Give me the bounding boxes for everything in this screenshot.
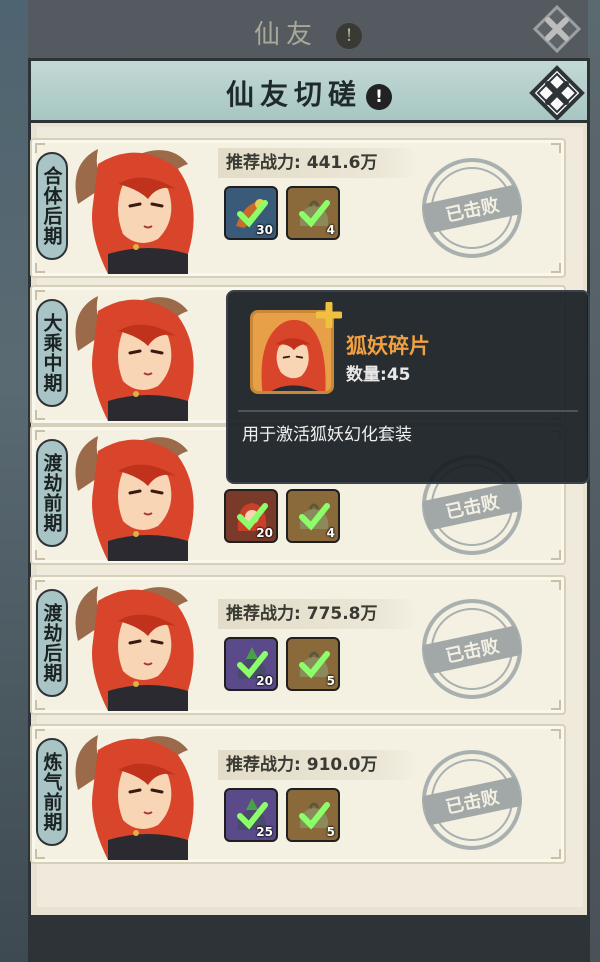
item-quantity: 数量:45: [346, 365, 411, 385]
reward-item[interactable]: 5: [286, 637, 340, 691]
item-name: 狐妖碎片: [346, 334, 430, 358]
recommended-power: 推荐战力: 910.0万: [218, 750, 418, 780]
reward-qty: 4: [326, 526, 335, 540]
stage-tag: 大乘中期: [36, 299, 68, 407]
reward-qty: 30: [256, 223, 273, 237]
info-icon[interactable]: !: [366, 83, 392, 110]
recommended-power: 推荐战力: 441.6万: [218, 148, 418, 178]
reward-item[interactable]: 4: [286, 186, 340, 240]
fragment-plus-icon: [316, 302, 342, 328]
reward-item[interactable]: 5: [286, 788, 340, 842]
stage-tag: 渡劫后期: [36, 589, 68, 697]
fox-spirit-portrait: [75, 586, 194, 711]
fox-spirit-portrait: [75, 296, 194, 421]
item-tooltip: 狐妖碎片 数量:45 用于激活狐妖幻化套装: [226, 290, 590, 484]
close-icon: [532, 4, 582, 54]
stage-tag: 合体后期: [36, 152, 68, 260]
reward-qty: 25: [256, 825, 273, 839]
background-left: [0, 0, 30, 962]
fox-spirit-portrait: [75, 149, 194, 274]
defeated-stamp-icon: 已击败: [422, 599, 522, 699]
reward-item[interactable]: 20: [224, 637, 278, 691]
defeated-stamp-icon: 已击败: [422, 750, 522, 850]
challenge-card[interactable]: 渡劫后期 推荐战力: 775.8万 20 5 已击败: [30, 575, 566, 715]
reward-item[interactable]: 25: [224, 788, 278, 842]
fox-spirit-portrait: [75, 436, 194, 561]
check-icon: [299, 200, 330, 228]
defeated-stamp-icon: 已击败: [422, 158, 522, 258]
reward-qty: 4: [326, 223, 335, 237]
item-description: 用于激活狐妖幻化套装: [242, 425, 412, 445]
tooltip-divider: [238, 410, 578, 412]
reward-qty: 5: [326, 674, 335, 688]
power-value: 441.6万: [306, 153, 378, 173]
fox-spirit-portrait: [75, 735, 194, 860]
power-value: 910.0万: [306, 755, 378, 775]
reward-item[interactable]: 30: [224, 186, 278, 240]
background-window-title: 仙友!: [28, 14, 588, 51]
reward-qty: 20: [256, 674, 273, 688]
power-label: 推荐战力:: [226, 755, 301, 775]
check-icon: [299, 503, 330, 531]
challenge-card[interactable]: 合体后期 推荐战力: 441.6万 30 4 已击败: [30, 138, 566, 278]
info-icon: !: [336, 23, 362, 49]
power-label: 推荐战力:: [226, 604, 301, 624]
recommended-power: 推荐战力: 775.8万: [218, 599, 418, 629]
bottom-bar: [28, 916, 590, 962]
reward-qty: 5: [326, 825, 335, 839]
power-label: 推荐战力:: [226, 153, 301, 173]
stage-tag: 渡劫前期: [36, 439, 68, 547]
panel-header: 仙友切磋!: [31, 61, 587, 123]
check-icon: [299, 802, 330, 830]
background-window: 仙友!: [28, 0, 588, 60]
panel-title: 仙友切磋!: [31, 73, 587, 113]
reward-qty: 20: [256, 526, 273, 540]
power-value: 775.8万: [306, 604, 378, 624]
close-button[interactable]: [529, 65, 585, 121]
challenge-card[interactable]: 炼气前期 推荐战力: 910.0万 25 5 已击败: [30, 724, 566, 864]
reward-item[interactable]: 20: [224, 489, 278, 543]
check-icon: [299, 651, 330, 679]
reward-item[interactable]: 4: [286, 489, 340, 543]
stage-tag: 炼气前期: [36, 738, 68, 846]
